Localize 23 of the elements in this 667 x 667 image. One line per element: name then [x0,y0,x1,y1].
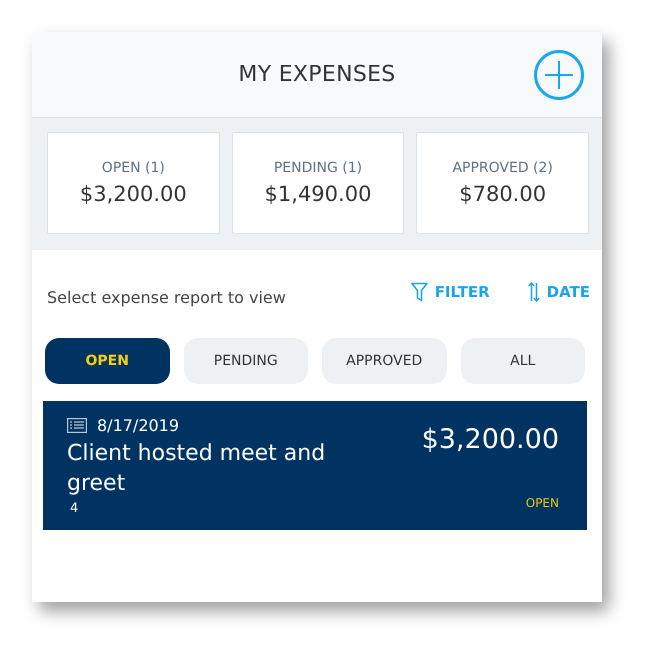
report-status: OPEN [526,496,559,510]
select-prompt: Select expense report to view [47,288,287,306]
add-button[interactable] [532,50,586,100]
page-title: MY EXPENSES [238,62,396,87]
summary-amount: $3,200.00 [80,182,187,206]
status-tab[interactable]: ALL [460,338,585,384]
status-tab[interactable]: PENDING [184,338,308,384]
status-tab[interactable]: OPEN [45,338,170,384]
status-tab[interactable]: APPROVED [322,338,446,384]
summary-amount: $1,490.00 [264,182,372,206]
filter-icon [410,282,428,302]
report-count: 4 [70,501,80,516]
summary-label: APPROVED (2) [452,160,553,176]
sort-icon [528,282,540,302]
summary-amount: $780.00 [459,182,546,206]
report-card[interactable]: 8/17/2019 Client hosted meet and greet 4 $3,200.00 OPEN [43,401,587,530]
report-date: 8/17/2019 [97,416,180,435]
summary-label: OPEN (1) [102,160,165,176]
list-icon [67,418,87,433]
report-amount: $3,200.00 [422,424,559,455]
summary-label: PENDING (1) [274,160,362,176]
report-title: Client hosted meet and greet [67,440,326,498]
plus-circle-icon [532,50,586,100]
